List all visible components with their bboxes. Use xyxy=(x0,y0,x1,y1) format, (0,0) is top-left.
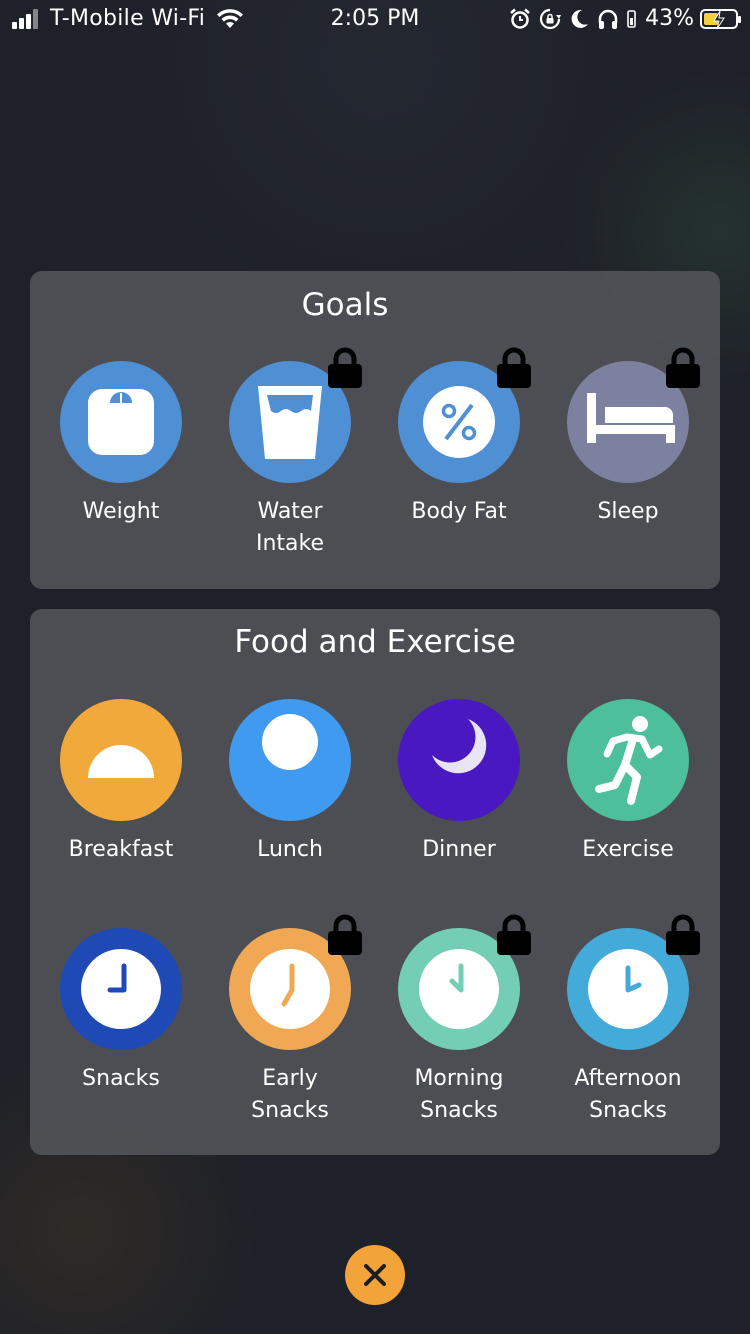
morning-snacks-label-line1: Morning xyxy=(414,1066,504,1091)
food-exercise-title: Food and Exercise xyxy=(234,624,516,660)
early-snacks-label-line2: Snacks xyxy=(251,1098,329,1123)
headphones-icon xyxy=(598,9,618,29)
goal-sleep-label: Sleep xyxy=(597,499,659,524)
running-person-icon xyxy=(595,716,663,805)
snacks-label: Snacks xyxy=(82,1066,160,1091)
moon-icon xyxy=(571,9,589,28)
dinner-label: Dinner xyxy=(422,837,496,862)
alarm-icon xyxy=(510,8,530,29)
close-icon xyxy=(364,1264,386,1286)
goal-water-label-line2: Intake xyxy=(255,531,325,556)
exercise-label: Exercise xyxy=(582,837,674,862)
lunch-label: Lunch xyxy=(257,837,323,862)
afternoon-snacks-label-line2: Snacks xyxy=(589,1098,667,1123)
exercise-circle xyxy=(567,699,689,821)
early-snacks-label-line1: Early xyxy=(262,1066,318,1091)
goal-water-label-line1: Water xyxy=(257,499,323,524)
weight-circle xyxy=(60,361,182,483)
dinner-circle xyxy=(398,699,520,821)
sun-icon xyxy=(262,714,318,770)
breakfast-circle xyxy=(60,699,182,821)
breakfast-label: Breakfast xyxy=(68,837,174,862)
lock-icon xyxy=(666,914,700,955)
afternoon-snacks-label-line1: Afternoon xyxy=(574,1066,682,1091)
lock-icon xyxy=(666,347,700,388)
battery-icon xyxy=(700,8,741,29)
lock-icon xyxy=(328,914,362,955)
clock-icon xyxy=(81,949,161,1029)
lock-icon xyxy=(328,347,362,388)
goal-body-fat-label: Body Fat xyxy=(411,499,507,524)
close-button[interactable] xyxy=(345,1245,405,1305)
headphone-battery-icon xyxy=(627,9,636,28)
goal-weight-label: Weight xyxy=(82,499,160,524)
battery-percent: 43% xyxy=(645,6,694,31)
lock-icon xyxy=(497,347,531,388)
rotation-lock-icon xyxy=(540,8,562,29)
lunch-circle xyxy=(229,699,351,821)
scale-icon xyxy=(88,389,154,455)
sunrise-icon xyxy=(88,745,154,778)
snacks-circle xyxy=(60,928,182,1050)
goals-title: Goals xyxy=(301,287,389,323)
moon-icon xyxy=(432,719,487,774)
morning-snacks-label-line2: Snacks xyxy=(420,1098,498,1123)
status-bar: T-Mobile Wi-Fi 2:05 PM 43% xyxy=(0,0,750,40)
lock-icon xyxy=(497,914,531,955)
